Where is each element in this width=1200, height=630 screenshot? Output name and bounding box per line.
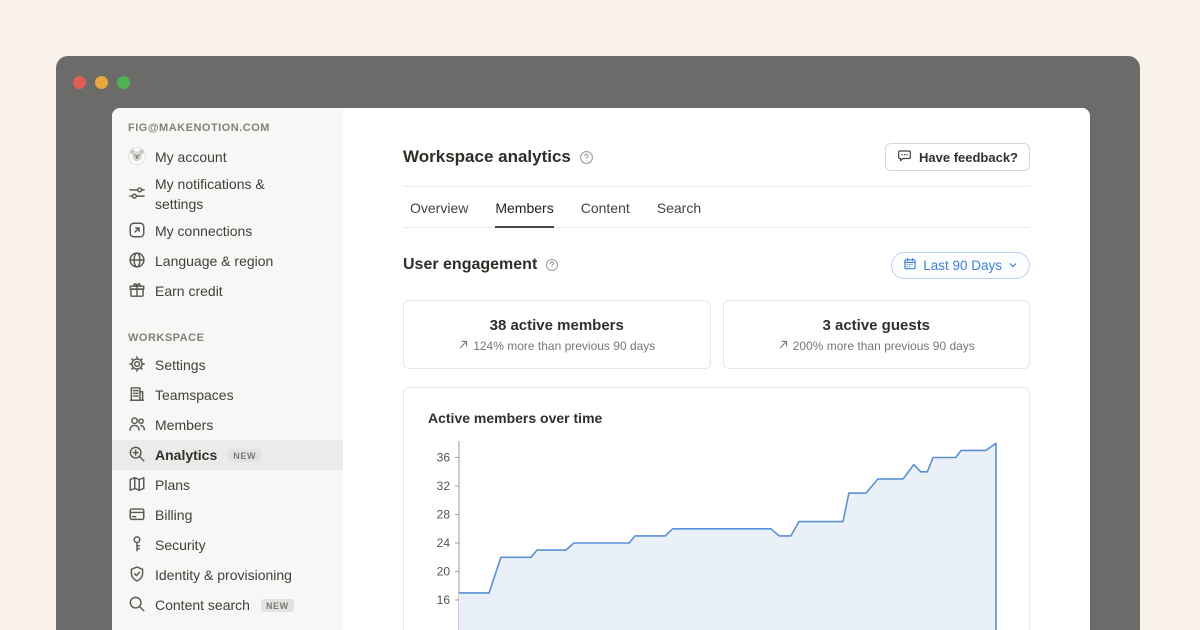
map-icon [128, 475, 146, 496]
svg-text:36: 36 [437, 451, 451, 465]
sidebar-item-my-connections[interactable]: My connections [112, 216, 343, 246]
sidebar-item-settings[interactable]: Settings [112, 350, 343, 380]
gift-icon [128, 281, 146, 302]
sidebar-item-label: My account [155, 147, 227, 167]
key-icon [128, 535, 146, 556]
svg-text:32: 32 [437, 479, 451, 493]
chart-title: Active members over time [428, 410, 1029, 427]
main-content: Workspace analytics [343, 108, 1090, 630]
sidebar-item-label: Plans [155, 475, 190, 495]
feedback-button-label: Have feedback? [919, 150, 1018, 165]
sidebar-item-notifications-settings[interactable]: My notifications & settings [112, 172, 343, 216]
sidebar-item-label: Billing [155, 505, 192, 525]
svg-text:28: 28 [437, 508, 451, 522]
active-guests-stat-card: 3 active guests 200% more than previous … [723, 300, 1031, 369]
date-range-dropdown[interactable]: Last 90 Days [891, 252, 1030, 279]
section-title: User engagement [403, 256, 537, 274]
workspace-section-heading: WORKSPACE [112, 332, 343, 344]
sidebar-item-teamspaces[interactable]: Teamspaces [112, 380, 343, 410]
sidebar-item-content-search[interactable]: Content search NEW [112, 590, 343, 620]
account-email: FIG@MAKENOTION.COM [112, 120, 343, 142]
active-members-area-chart: 36 32 28 24 20 16 [404, 429, 1029, 630]
sidebar-item-label: Settings [155, 355, 206, 375]
help-icon[interactable] [545, 258, 559, 272]
app-window: FIG@MAKENOTION.COM My account [56, 56, 1140, 630]
new-badge: NEW [261, 599, 294, 612]
sidebar-item-label: My notifications & settings [155, 174, 305, 214]
gear-icon [128, 355, 146, 376]
sidebar-item-my-account[interactable]: My account [112, 142, 343, 172]
zoom-window-button[interactable] [117, 76, 130, 89]
sidebar-item-label: Members [155, 415, 213, 435]
people-icon [128, 415, 146, 436]
active-members-stat-card: 38 active members 124% more than previou… [403, 300, 711, 369]
sidebar-item-security[interactable]: Security [112, 530, 343, 560]
sidebar-item-billing[interactable]: Billing [112, 500, 343, 530]
stat-delta-text: 124% more than previous 90 days [473, 339, 655, 353]
sidebar-item-identity-provisioning[interactable]: Identity & provisioning [112, 560, 343, 590]
magnifier-plus-icon [128, 445, 146, 466]
sidebar-item-label: Security [155, 535, 206, 555]
sidebar-item-plans[interactable]: Plans [112, 470, 343, 500]
tab-search[interactable]: Search [657, 200, 701, 228]
magnifier-icon [128, 595, 146, 616]
shield-check-icon [128, 565, 146, 586]
sidebar-item-label: Content search [155, 595, 250, 615]
minimize-window-button[interactable] [95, 76, 108, 89]
speech-bubble-icon [897, 148, 912, 166]
calendar-icon [903, 257, 917, 274]
credit-card-icon [128, 505, 146, 526]
have-feedback-button[interactable]: Have feedback? [885, 143, 1030, 171]
account-avatar [128, 147, 146, 168]
trend-up-icon [778, 339, 789, 353]
trend-up-icon [458, 339, 469, 353]
sidebar-item-members[interactable]: Members [112, 410, 343, 440]
window-titlebar [56, 56, 1140, 108]
svg-text:20: 20 [437, 565, 451, 579]
active-members-chart-card: Active members over time 36 32 28 24 20 16 [403, 387, 1030, 630]
tab-content[interactable]: Content [581, 200, 630, 228]
sidebar-item-language-region[interactable]: Language & region [112, 246, 343, 276]
new-badge: NEW [228, 449, 261, 462]
sidebar-item-label: Teamspaces [155, 385, 234, 405]
stat-value: 3 active guests [822, 317, 930, 334]
arrow-up-right-box-icon [128, 221, 146, 242]
globe-icon [128, 251, 146, 272]
chevron-down-icon [1008, 258, 1018, 273]
stat-value: 38 active members [490, 317, 624, 334]
svg-text:24: 24 [437, 536, 451, 550]
stat-delta-text: 200% more than previous 90 days [793, 339, 975, 353]
analytics-tabs: Overview Members Content Search [403, 187, 1030, 228]
sidebar-item-label: Earn credit [155, 281, 223, 301]
sidebar-item-label: My connections [155, 221, 252, 241]
sidebar-item-analytics[interactable]: Analytics NEW [112, 440, 343, 470]
date-range-value: Last 90 Days [923, 258, 1002, 273]
sidebar-item-label: Identity & provisioning [155, 565, 292, 585]
settings-sidebar: FIG@MAKENOTION.COM My account [112, 108, 343, 630]
sidebar-item-label: Analytics [155, 445, 217, 465]
page-title: Workspace analytics [403, 147, 571, 167]
tab-overview[interactable]: Overview [410, 200, 468, 228]
sliders-icon [128, 184, 146, 205]
settings-panel: FIG@MAKENOTION.COM My account [112, 108, 1090, 630]
help-icon[interactable] [579, 150, 594, 165]
tab-members[interactable]: Members [495, 200, 553, 228]
sidebar-item-label: Language & region [155, 251, 273, 271]
close-window-button[interactable] [73, 76, 86, 89]
building-icon [128, 385, 146, 406]
svg-text:16: 16 [437, 593, 451, 607]
sidebar-item-earn-credit[interactable]: Earn credit [112, 276, 343, 306]
